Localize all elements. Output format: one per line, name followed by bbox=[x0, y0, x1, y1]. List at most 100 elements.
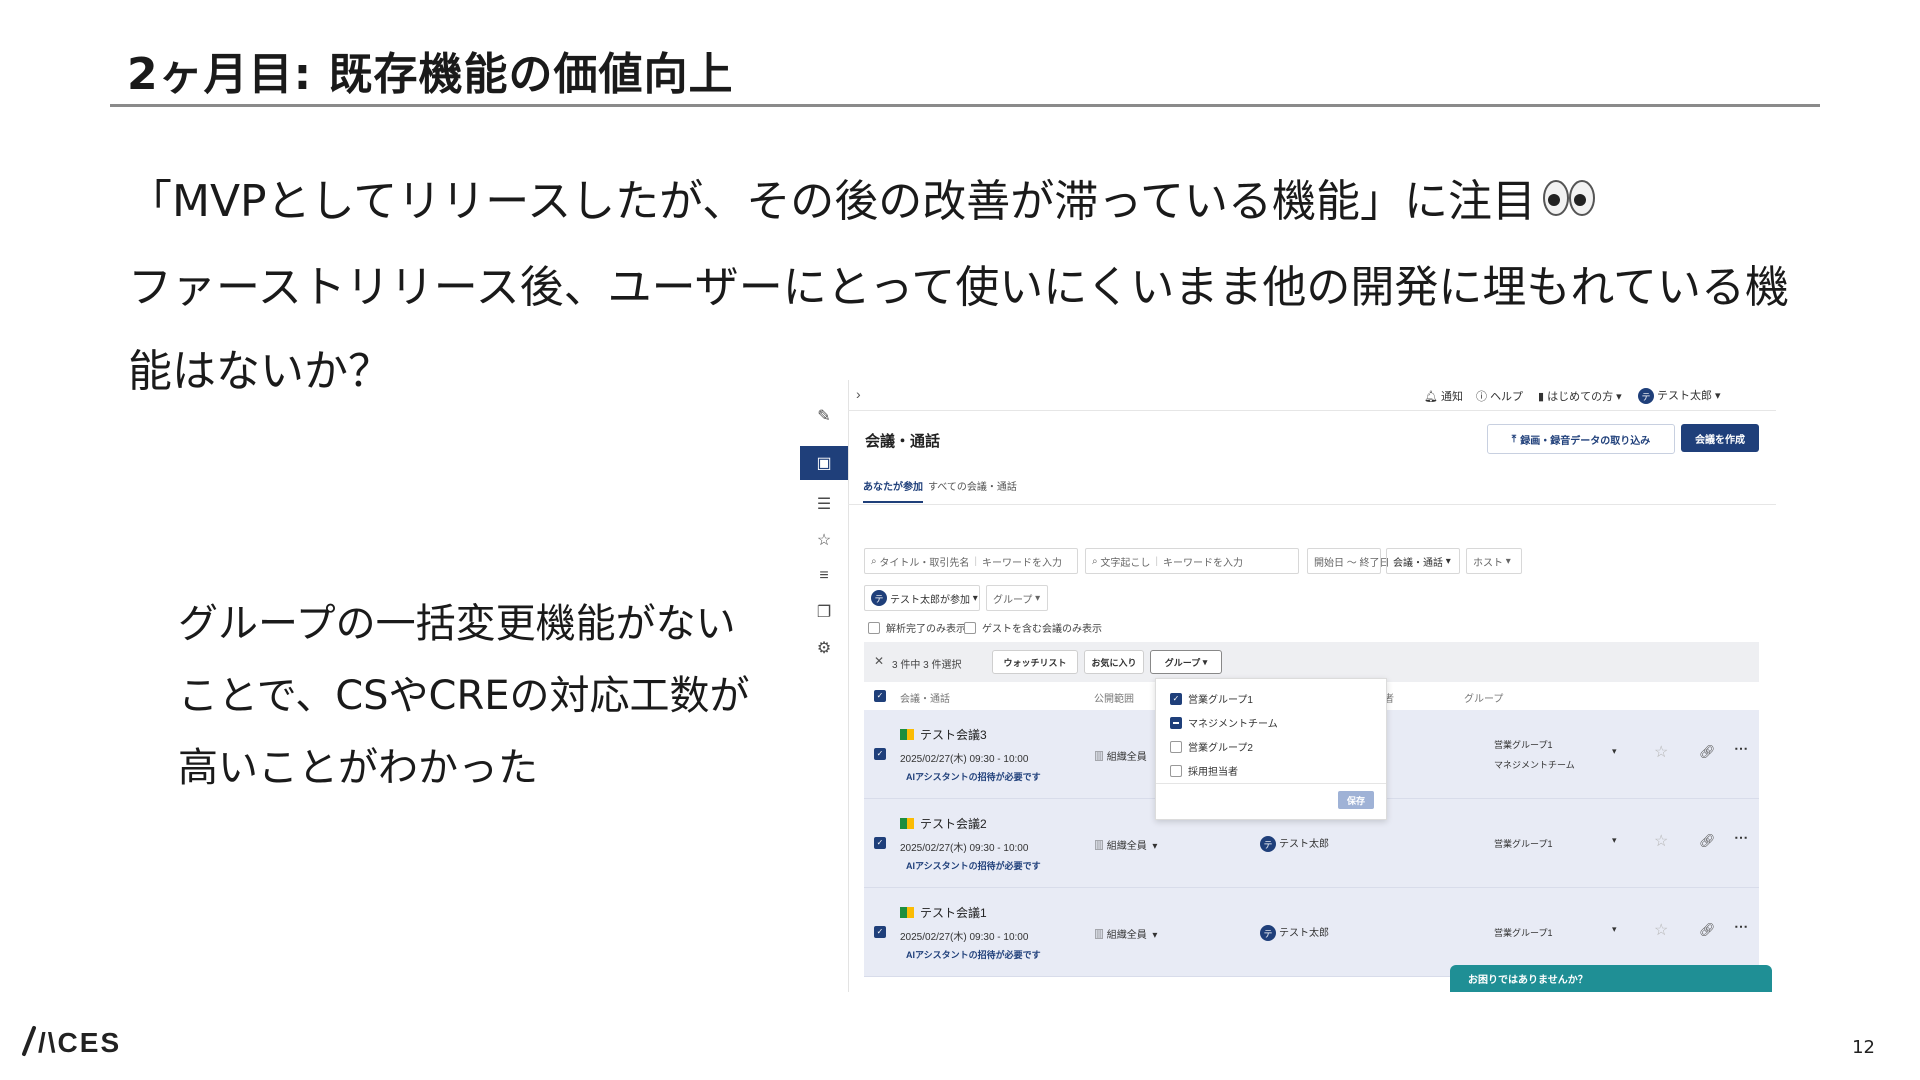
group-option[interactable]: マネジメントチーム bbox=[1170, 715, 1278, 730]
row-checkbox[interactable]: ✓ bbox=[874, 748, 886, 760]
title-search-placeholder: キーワードを入力 bbox=[982, 557, 1062, 569]
meeting-date: 2025/02/27(木) 09:30 - 10:00 bbox=[900, 932, 1029, 943]
watchlist-button[interactable]: ウォッチリスト bbox=[992, 650, 1078, 674]
help-link[interactable]: ⓘ ヘルプ bbox=[1476, 388, 1523, 404]
meeting-date: 2025/02/27(木) 09:30 - 10:00 bbox=[900, 843, 1029, 854]
column-scope: 公開範囲 bbox=[1094, 694, 1134, 705]
scope-select[interactable]: ▥ 組織全員 bbox=[1094, 748, 1147, 763]
star-icon[interactable]: ☆ bbox=[810, 526, 838, 554]
transcript-search-input[interactable]: ⌕ 文字起こし | キーワードを入力 bbox=[1085, 548, 1299, 574]
more-icon[interactable]: ⋯ bbox=[1734, 829, 1748, 846]
scope-select[interactable]: ▥ 組織全員 ▾ bbox=[1094, 926, 1157, 941]
title-search-input[interactable]: ⌕ タイトル・取引先名 | キーワードを入力 bbox=[864, 548, 1078, 574]
ai-warning: AIアシスタントの招待が必要です bbox=[906, 772, 1041, 782]
save-button[interactable]: 保存 bbox=[1338, 791, 1374, 809]
star-icon[interactable]: ☆ bbox=[1654, 742, 1668, 762]
guest-only-checkbox[interactable]: ゲストを含む会議のみ表示 bbox=[964, 620, 1102, 635]
create-meeting-button[interactable]: 会議を作成 bbox=[1681, 424, 1759, 452]
finding-line-3: 高いことがわかった bbox=[178, 745, 538, 791]
search-icon: ⌕ bbox=[1092, 555, 1098, 567]
chevron-right-icon[interactable]: › bbox=[856, 386, 861, 402]
list-icon[interactable]: ☰ bbox=[810, 490, 838, 518]
host-select-label: ホスト bbox=[1473, 557, 1503, 569]
more-icon[interactable]: ⋯ bbox=[1734, 740, 1748, 757]
group-tag: 営業グループ1 bbox=[1494, 740, 1553, 750]
calendar-icon[interactable]: ▣ bbox=[800, 446, 848, 480]
checkbox[interactable] bbox=[964, 621, 976, 634]
app-screenshot: ✎ ▣ ☰ ☆ ≡ ❐ ⚙ › 🔔︎ 通知 ⓘ ヘルプ ▮ はじめての方 ▾ テ… bbox=[800, 380, 1776, 992]
row-checkbox[interactable]: ✓ bbox=[874, 926, 886, 938]
group-option[interactable]: 採用担当者 bbox=[1170, 763, 1238, 778]
table-row[interactable]: ✓ テスト会議1 2025/02/27(木) 09:30 - 10:00 AIア… bbox=[864, 888, 1759, 977]
checkbox[interactable]: ✓ bbox=[1170, 692, 1182, 705]
guest-only-label: ゲストを含む会議のみ表示 bbox=[982, 624, 1102, 635]
finding-line-1: グループの一括変更機能がない bbox=[178, 601, 736, 647]
import-button-label: 録画・録音データの取り込み bbox=[1520, 435, 1651, 447]
group-tag: 営業グループ1 bbox=[1494, 839, 1553, 849]
selection-bar: ✕ 3 件中 3 件選択 ウォッチリスト お気に入り グループ ▾ bbox=[864, 642, 1759, 682]
analyzed-only-checkbox[interactable]: 解析完了のみ表示 bbox=[868, 620, 966, 635]
checkbox[interactable] bbox=[1170, 764, 1182, 777]
host-name: テスト太郎 bbox=[1279, 928, 1329, 939]
building-icon: ▥ bbox=[1094, 841, 1104, 852]
meet-icon bbox=[900, 907, 914, 918]
host-select[interactable]: ホスト ▾ bbox=[1466, 548, 1522, 574]
scope-select[interactable]: ▥ 組織全員 ▾ bbox=[1094, 837, 1157, 852]
beginner-link[interactable]: ▮ はじめての方 ▾ bbox=[1538, 388, 1622, 404]
tab-all-meetings[interactable]: すべての会議・通話 bbox=[928, 478, 1017, 501]
row-checkbox[interactable]: ✓ bbox=[874, 837, 886, 849]
meeting-name[interactable]: テスト会議1 bbox=[900, 904, 987, 921]
help-banner[interactable]: お困りではありませんか？ bbox=[1450, 965, 1772, 992]
pen-icon[interactable]: ✎ bbox=[810, 402, 838, 430]
analyzed-only-label: 解析完了のみ表示 bbox=[886, 624, 966, 635]
star-icon[interactable]: ☆ bbox=[1654, 831, 1668, 851]
user-name: テスト太郎 bbox=[1657, 390, 1712, 402]
finding-line-2: ことで、CSやCREの対応工数が bbox=[178, 673, 750, 719]
date-range-input[interactable]: 開始日 〜 終了日 bbox=[1307, 548, 1390, 574]
close-icon[interactable]: ✕ bbox=[874, 654, 884, 668]
import-button[interactable]: ⤒ 録画・録音データの取り込み bbox=[1487, 424, 1675, 454]
group-select-label: グループ bbox=[993, 594, 1033, 606]
company-logo: /\CES bbox=[20, 1024, 150, 1066]
link-icon[interactable]: 🔗︎ bbox=[1699, 833, 1716, 849]
checkbox[interactable] bbox=[1170, 740, 1182, 753]
help-label: ヘルプ bbox=[1490, 391, 1524, 403]
user-menu[interactable]: テテスト太郎 ▾ bbox=[1638, 387, 1721, 405]
notes-icon[interactable]: ≡ bbox=[810, 562, 838, 590]
meeting-date: 2025/02/27(木) 09:30 - 10:00 bbox=[900, 754, 1029, 765]
type-select[interactable]: 会議・通話 ▾ bbox=[1386, 548, 1460, 574]
participant-select-label: テスト太郎が参加 bbox=[890, 594, 970, 606]
star-icon[interactable]: ☆ bbox=[1654, 920, 1668, 940]
meeting-name-text: テスト会議2 bbox=[920, 817, 987, 831]
title-search-label: タイトル・取引先名 bbox=[879, 557, 970, 569]
checkbox[interactable] bbox=[1170, 716, 1182, 729]
link-icon[interactable]: 🔗︎ bbox=[1699, 744, 1716, 760]
meeting-name-text: テスト会議1 bbox=[920, 906, 987, 920]
search-icon: ⌕ bbox=[871, 555, 877, 567]
avatar: テ bbox=[1638, 388, 1654, 405]
copy-icon[interactable]: ❐ bbox=[810, 598, 838, 626]
select-all-checkbox[interactable]: ✓ bbox=[874, 690, 886, 702]
notify-link[interactable]: 🔔︎ 通知 bbox=[1424, 388, 1463, 404]
popup-divider bbox=[1156, 783, 1386, 784]
tab-participating[interactable]: あなたが参加 bbox=[863, 478, 923, 503]
group-bulk-button[interactable]: グループ ▾ bbox=[1150, 650, 1222, 674]
group-option[interactable]: 営業グループ2 bbox=[1170, 739, 1253, 754]
meeting-name[interactable]: テスト会議2 bbox=[900, 815, 987, 832]
link-icon[interactable]: 🔗︎ bbox=[1699, 922, 1716, 938]
favorite-button[interactable]: お気に入り bbox=[1084, 650, 1144, 674]
main-text: 「MVPとしてリリースしたが、その後の改善が滞っている機能」に注目 ファーストリ… bbox=[128, 160, 1789, 414]
main-line-2: ファーストリリース後、ユーザーにとって使いにくいまま他の開発に埋もれている機 bbox=[128, 262, 1789, 313]
more-icon[interactable]: ⋯ bbox=[1734, 918, 1748, 935]
selection-count: 3 件中 3 件選択 bbox=[892, 660, 962, 671]
group-dropdown-icon[interactable]: ▾ bbox=[1612, 835, 1617, 846]
meeting-name[interactable]: テスト会議3 bbox=[900, 726, 987, 743]
gear-icon[interactable]: ⚙ bbox=[810, 634, 838, 662]
group-dropdown-icon[interactable]: ▾ bbox=[1612, 746, 1617, 757]
group-option[interactable]: ✓ 営業グループ1 bbox=[1170, 691, 1253, 706]
main-line-1-text: 「MVPとしてリリースしたが、その後の改善が滞っている機能」に注目 bbox=[128, 176, 1536, 227]
checkbox[interactable] bbox=[868, 621, 880, 634]
group-select[interactable]: グループ ▾ bbox=[986, 585, 1048, 611]
participant-select[interactable]: テテスト太郎が参加 ▾ bbox=[864, 585, 980, 611]
group-dropdown-icon[interactable]: ▾ bbox=[1612, 924, 1617, 935]
